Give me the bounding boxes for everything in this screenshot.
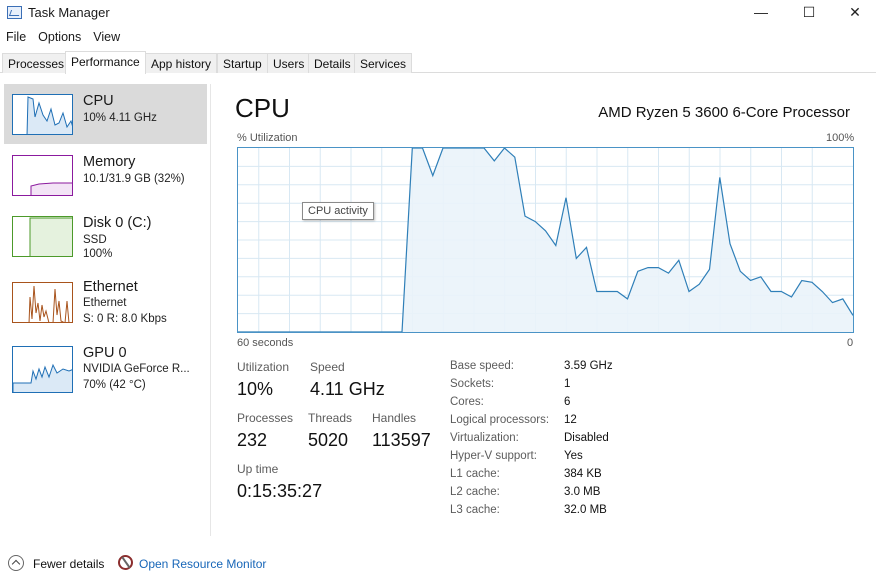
graph-x-right-label: 0	[847, 337, 854, 349]
sidebar-memory-usage: 10.1/31.9 GB (32%)	[83, 173, 185, 185]
gpu-thumbnail-graph	[12, 346, 73, 393]
info-label: L2 cache:	[450, 486, 500, 498]
handles-label: Handles	[372, 411, 417, 425]
info-label: Cores:	[450, 396, 484, 408]
info-value: 3.59 GHz	[564, 360, 613, 372]
info-label: L1 cache:	[450, 468, 500, 480]
info-label: Base speed:	[450, 360, 514, 372]
sidebar-ethernet-throughput: S: 0 R: 8.0 Kbps	[83, 313, 167, 325]
open-resource-monitor-link[interactable]: Open Resource Monitor	[139, 557, 266, 571]
graph-y-label: % Utilization	[237, 132, 298, 144]
info-value: 12	[564, 414, 577, 426]
handles-value: 113597	[372, 430, 431, 450]
tab-users[interactable]: Users	[267, 53, 311, 73]
graph-x-left-label: 60 seconds	[237, 337, 294, 349]
sidebar-disk-type: SSD	[83, 234, 107, 246]
graph-y-max-label: 100%	[826, 132, 855, 144]
sidebar-ethernet-name: Ethernet	[83, 297, 127, 309]
info-value: 1	[564, 378, 571, 390]
info-label: Logical processors:	[450, 414, 550, 426]
menu-options[interactable]: Options	[32, 28, 87, 46]
info-value: 3.0 MB	[564, 486, 601, 498]
utilization-value: 10%	[237, 379, 274, 399]
window-title: Task Manager	[28, 5, 110, 20]
chevron-up-circle-icon[interactable]	[8, 555, 24, 571]
sidebar-memory-title: Memory	[83, 154, 136, 170]
close-button[interactable]: ✕	[832, 0, 876, 26]
sidebar-gpu-title: GPU 0	[83, 345, 127, 361]
cpu-activity-tooltip: CPU activity	[302, 202, 374, 220]
maximize-button[interactable]: ☐	[786, 0, 832, 26]
sidebar-item-gpu[interactable]: GPU 0 NVIDIA GeForce R... 70% (42 °C)	[4, 338, 207, 398]
tab-details[interactable]: Details	[308, 53, 357, 73]
resource-monitor-icon[interactable]	[118, 555, 133, 570]
sidebar-gpu-name: NVIDIA GeForce R...	[83, 363, 190, 375]
uptime-value: 0:15:35:27	[237, 481, 323, 501]
sidebar-cpu-usage: 10% 4.11 GHz	[83, 112, 157, 124]
menu-bar: File Options View	[0, 28, 126, 48]
info-value: Disabled	[564, 432, 609, 444]
info-value: 32.0 MB	[564, 504, 607, 516]
speed-value: 4.11 GHz	[310, 379, 385, 399]
info-value: 384 KB	[564, 468, 602, 480]
sidebar-disk-usage: 100%	[83, 248, 113, 260]
sidebar-item-memory[interactable]: Memory 10.1/31.9 GB (32%)	[4, 145, 207, 205]
disk-thumbnail-graph	[12, 216, 73, 257]
info-label: Hyper-V support:	[450, 450, 537, 462]
sidebar-item-cpu[interactable]: CPU 10% 4.11 GHz	[4, 84, 207, 144]
speed-label: Speed	[310, 360, 345, 374]
threads-value: 5020	[308, 430, 349, 450]
info-label: L3 cache:	[450, 504, 500, 516]
info-value: Yes	[564, 450, 583, 462]
utilization-label: Utilization	[237, 360, 290, 374]
footer-bar: Fewer details Open Resource Monitor	[0, 552, 876, 578]
tab-processes[interactable]: Processes	[2, 53, 71, 73]
cpu-utilization-chart	[238, 148, 853, 332]
ethernet-thumbnail-graph	[12, 282, 73, 323]
tab-startup[interactable]: Startup	[217, 53, 268, 73]
sidebar-ethernet-title: Ethernet	[83, 279, 138, 295]
sidebar-gpu-usage: 70% (42 °C)	[83, 379, 146, 391]
threads-label: Threads	[308, 411, 353, 425]
info-label: Sockets:	[450, 378, 495, 390]
processes-value: 232	[237, 430, 268, 450]
tab-services[interactable]: Services	[354, 53, 413, 73]
page-title: CPU	[235, 93, 290, 123]
uptime-label: Up time	[237, 462, 279, 476]
minimize-button[interactable]: —	[738, 0, 784, 26]
processes-label: Processes	[237, 411, 294, 425]
sidebar-cpu-title: CPU	[83, 93, 114, 109]
title-bar: Task Manager — ☐ ✕	[0, 0, 876, 26]
fewer-details-button[interactable]: Fewer details	[33, 557, 104, 571]
info-label: Virtualization:	[450, 432, 519, 444]
tab-app-history[interactable]: App history	[145, 53, 218, 73]
info-value: 6	[564, 396, 571, 408]
cpu-utilization-graph	[237, 147, 854, 333]
menu-view[interactable]: View	[87, 28, 126, 46]
sidebar-divider	[210, 84, 211, 536]
cpu-model-name: AMD Ryzen 5 3600 6-Core Processor	[598, 104, 850, 121]
tab-performance[interactable]: Performance	[65, 51, 146, 74]
sidebar-disk-title: Disk 0 (C:)	[83, 215, 152, 231]
tab-bar: Processes Performance App history Startu…	[0, 51, 876, 74]
sidebar-item-disk[interactable]: Disk 0 (C:) SSD 100%	[4, 206, 207, 266]
cpu-thumbnail-graph	[12, 94, 73, 135]
menu-file[interactable]: File	[0, 28, 32, 46]
resource-sidebar: CPU 10% 4.11 GHz Memory 10.1/31.9 GB (32…	[0, 84, 208, 540]
sidebar-item-ethernet[interactable]: Ethernet Ethernet S: 0 R: 8.0 Kbps	[4, 272, 207, 332]
task-manager-icon	[7, 6, 22, 19]
memory-thumbnail-graph	[12, 155, 73, 196]
